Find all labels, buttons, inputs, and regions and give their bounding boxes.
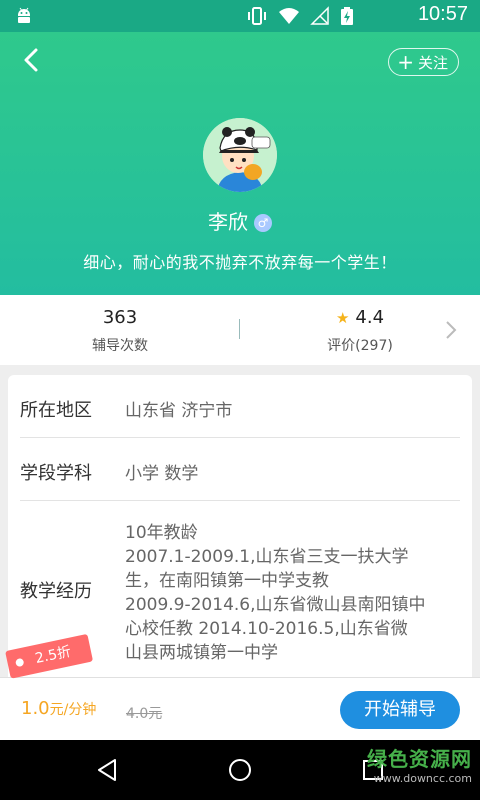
sessions-label: 辅导次数 xyxy=(92,338,148,354)
region-value: 山东省 济宁市 xyxy=(125,401,233,421)
start-tutoring-button[interactable]: 开始辅导 xyxy=(340,691,460,729)
avatar xyxy=(203,118,277,192)
price-value: 1.0 xyxy=(21,698,50,719)
original-price: 4.0元 xyxy=(126,706,163,722)
experience-line: 心校任教 2014.10-2016.5,山东省微 xyxy=(125,619,408,639)
teacher-name: 李欣 xyxy=(208,210,248,234)
subject-value: 小学 数学 xyxy=(125,464,199,484)
nav-back-icon[interactable] xyxy=(93,756,121,784)
watermark-url: www.downcc.com xyxy=(373,772,472,785)
tag-hole xyxy=(14,657,25,668)
no-signal-icon xyxy=(310,6,329,25)
battery-icon xyxy=(341,7,353,25)
subject-row: 学段学科 小学 数学 xyxy=(20,438,460,501)
back-arrow-icon[interactable] xyxy=(18,46,46,74)
vibrate-icon xyxy=(248,7,266,25)
teacher-name-row: 李欣 ♂ xyxy=(0,206,480,235)
wifi-icon xyxy=(279,8,299,24)
price: 1.0元/分钟 xyxy=(21,698,96,719)
bottom-action-bar: 1.0元/分钟 4.0元 开始辅导 xyxy=(0,677,480,740)
sessions-stat: 363 辅导次数 xyxy=(0,307,240,355)
nav-home-icon[interactable] xyxy=(226,756,254,784)
experience-line: 生，在南阳镇第一中学支教 xyxy=(125,571,329,591)
teacher-header: + 关注 李欣 ♂ 细心，耐心的我不抛弃不放弃每一个学生！ xyxy=(0,32,480,295)
clock: 10:57 xyxy=(417,3,468,25)
chevron-right-icon[interactable] xyxy=(444,319,458,341)
region-row: 所在地区 山东省 济宁市 xyxy=(20,375,460,438)
android-icon xyxy=(18,7,30,23)
sessions-count: 363 xyxy=(102,307,138,328)
watermark-title: 绿色资源网 xyxy=(367,747,472,771)
experience-line: 山县两城镇第一中学 xyxy=(125,643,278,663)
follow-label: 关注 xyxy=(417,53,448,72)
rating-value: 4.4 xyxy=(355,307,385,328)
follow-button[interactable]: + 关注 xyxy=(388,48,459,76)
system-icons xyxy=(246,6,354,26)
stats-bar: 363 辅导次数 ★ 4.4 评价(297) xyxy=(0,295,480,365)
teacher-motto: 细心，耐心的我不抛弃不放弃每一个学生！ xyxy=(83,253,397,272)
experience-line: 2009.9-2014.6,山东省微山县南阳镇中 xyxy=(125,595,426,615)
experience-text: 10年教龄 2007.1-2009.1,山东省三支一扶大学 生，在南阳镇第一中学… xyxy=(125,521,465,665)
status-bar: 10:57 xyxy=(0,0,480,32)
price-unit: 元/分钟 xyxy=(49,702,97,718)
region-label: 所在地区 xyxy=(20,400,92,421)
plus-icon: + xyxy=(397,50,414,74)
experience-line: 2007.1-2009.1,山东省三支一扶大学 xyxy=(125,547,409,567)
experience-label: 教学经历 xyxy=(20,581,92,602)
star-icon: ★ xyxy=(335,309,350,327)
discount-label: 2.5折 xyxy=(33,643,73,668)
subject-label: 学段学科 xyxy=(20,463,92,484)
experience-line: 10年教龄 xyxy=(125,523,198,543)
male-gender-icon: ♂ xyxy=(254,214,272,232)
watermark: 绿色资源网 www.downcc.com xyxy=(367,743,472,785)
